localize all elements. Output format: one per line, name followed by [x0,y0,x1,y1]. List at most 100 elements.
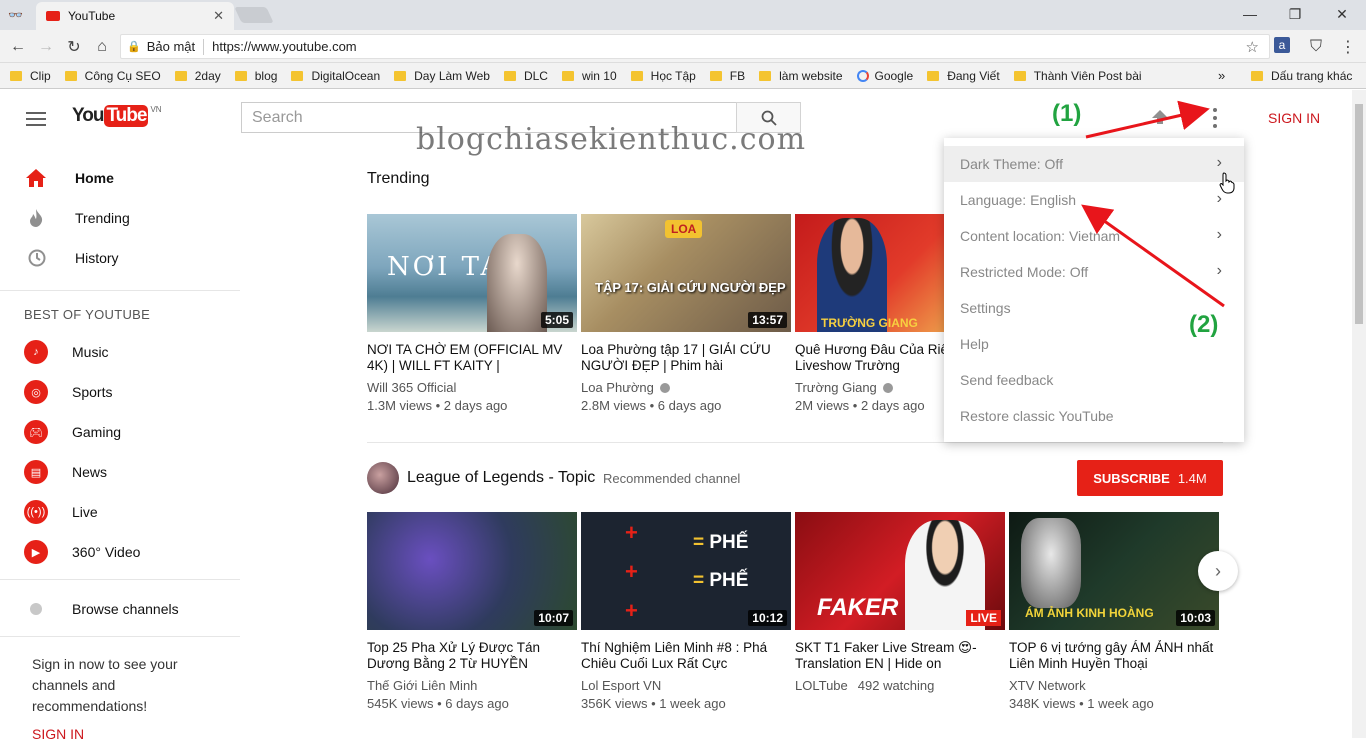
channel-name[interactable]: LOLTube 492 watching [795,678,1005,693]
menu-item-language[interactable]: Language: English › [944,182,1244,218]
sidebar-item-browse-channels[interactable]: Browse channels [0,589,240,629]
video-card[interactable]: TẬP 17: GIẢI CỨU NGƯỜI ĐẸP LOA 13:57 Loa… [581,214,791,413]
extension-icon[interactable]: a [1274,37,1290,53]
video-title[interactable]: Top 25 Pha Xử Lý Được Tán Dương Bằng 2 T… [367,640,577,672]
video-thumbnail[interactable]: 10:07 [367,512,577,630]
menu-item-content-location[interactable]: Content location: Vietnam › [944,218,1244,254]
youtube-logo[interactable]: You Tube VN [72,105,162,127]
bookmark-item[interactable]: Google [856,69,913,83]
annotation-two: (2) [1189,311,1219,338]
flame-icon [24,206,48,230]
sign-in-button[interactable]: SIGN IN [1268,110,1320,126]
shield-icon[interactable]: ⛉ [1306,37,1326,57]
video-card[interactable]: FAKER LIVE SKT T1 Faker Live Stream 😍- T… [795,512,1005,693]
restore-icon[interactable]: ❐ [1285,5,1305,23]
video-thumbnail[interactable]: FAKER LIVE [795,512,1005,630]
menu-item-label: Dark Theme: Off [960,156,1063,172]
other-bookmarks[interactable]: Dấu trang khác [1251,69,1352,83]
thumbnail-figures [487,234,547,332]
bookmark-item[interactable]: Thành Viên Post bài [1013,69,1142,83]
channel-name[interactable]: Loa Phường [581,380,791,395]
sidebar-item-live[interactable]: ((•)) Live [0,492,240,532]
more-vert-icon[interactable] [1212,108,1218,128]
sidebar-item-sports[interactable]: ◎ Sports [0,372,240,412]
page-scrollbar[interactable] [1352,90,1366,738]
browser-menu-icon[interactable]: ⋮ [1338,37,1358,57]
bookmark-item[interactable]: Đang Viết [927,69,1000,83]
bookmark-item[interactable]: Clip [10,69,51,83]
sidebar-label: History [75,250,119,266]
folder-icon [759,70,772,81]
reload-icon[interactable]: ↻ [64,37,84,57]
verified-icon [882,382,893,393]
video-card[interactable]: + + + = PHẾ = PHẾ 10:12 Thí Nghiệm Liên … [581,512,791,711]
video-title[interactable]: TOP 6 vị tướng gây ÁM ẢNH nhất Liên Minh… [1009,640,1219,672]
menu-item-dark-theme[interactable]: Dark Theme: Off › [944,146,1244,182]
tab-close-icon[interactable]: ✕ [213,8,224,24]
bookmarks-overflow[interactable]: » [1218,68,1225,83]
bookmark-item[interactable]: Day Làm Web [394,69,490,83]
video-card[interactable]: 10:07 Top 25 Pha Xử Lý Được Tán Dương Bằ… [367,512,577,711]
home-browser-icon[interactable]: ⌂ [92,37,112,57]
video-thumbnail[interactable]: TẬP 17: GIẢI CỨU NGƯỜI ĐẸP LOA 13:57 [581,214,791,332]
carousel-next-button[interactable]: › [1198,551,1238,591]
video-thumbnail[interactable]: NƠI TA 5:05 [367,214,577,332]
minimize-icon[interactable]: — [1240,5,1260,23]
menu-item-send-feedback[interactable]: Send feedback [944,362,1244,398]
bookmark-star-icon[interactable]: ☆ [1246,38,1259,56]
video-title[interactable]: NƠI TA CHỜ EM (OFFICIAL MV 4K) | WILL FT… [367,342,577,374]
thumbnail-text: PHẾ [709,570,749,591]
gaming-icon: 🎮︎ [24,420,48,444]
sidebar-sign-in-link[interactable]: SIGN IN [32,726,84,742]
address-bar[interactable]: 🔒 Bảo mật https://www.youtube.com ☆ [120,34,1270,59]
video-thumbnail[interactable]: ÁM ẢNH KINH HOÀNG 10:03 [1009,512,1219,630]
bookmark-item[interactable]: DLC [503,69,548,83]
bookmark-item[interactable]: Học Tập [630,69,696,83]
video-card[interactable]: ÁM ẢNH KINH HOÀNG 10:03 TOP 6 vị tướng g… [1009,512,1219,711]
sidebar-item-gaming[interactable]: 🎮︎ Gaming [0,412,240,452]
channel-name[interactable]: XTV Network [1009,678,1219,693]
bookmark-item[interactable]: FB [709,69,745,83]
forward-icon[interactable]: → [36,37,56,57]
video-title[interactable]: SKT T1 Faker Live Stream 😍- Translation … [795,640,1005,672]
video-title[interactable]: Thí Nghiệm Liên Minh #8 : Phá Chiêu Cuối… [581,640,791,672]
bookmark-item[interactable]: DigitalOcean [291,69,380,83]
trending-heading: Trending [367,170,430,187]
subscriber-count: 1.4M [1177,470,1207,486]
bookmark-item[interactable]: 2day [174,69,221,83]
home-icon [24,166,48,190]
menu-item-label: Settings [960,300,1011,316]
upload-icon[interactable] [1150,110,1170,126]
menu-item-restore-classic-youtube[interactable]: Restore classic YouTube [944,398,1244,434]
sidebar-item-trending[interactable]: Trending [0,198,240,238]
channel-name[interactable]: Lol Esport VN [581,678,791,693]
back-icon[interactable]: ← [8,37,28,57]
video-duration: 13:57 [748,312,787,328]
thumbnail-text: NƠI TA [387,252,503,282]
sidebar-item-360-video[interactable]: ▶ 360° Video [0,532,240,572]
channel-name[interactable]: Will 365 Official [367,380,577,395]
bookmark-item[interactable]: win 10 [561,69,617,83]
video-title[interactable]: Loa Phường tập 17 | GIẢI CỨU NGƯỜI ĐẸP |… [581,342,791,374]
thumbnail-text: FAKER [817,594,899,621]
sidebar-item-music[interactable]: ♪ Music [0,332,240,372]
video-thumbnail[interactable]: + + + = PHẾ = PHẾ 10:12 [581,512,791,630]
hamburger-menu-icon[interactable] [26,112,46,126]
new-tab-button[interactable] [234,7,274,23]
sidebar-item-history[interactable]: History [0,238,240,278]
channel-name[interactable]: Thế Giới Liên Minh [367,678,577,693]
subscribe-button[interactable]: SUBSCRIBE 1.4M [1077,460,1223,496]
close-window-icon[interactable]: ✕ [1332,5,1352,23]
sidebar-item-home[interactable]: Home [0,158,240,198]
bookmark-label: Day Làm Web [414,68,490,83]
bookmark-item[interactable]: blog [234,69,277,83]
channel-section-title[interactable]: League of Legends - Topic [407,469,595,487]
bookmark-item[interactable]: Công Cụ SEO [64,69,161,83]
video-card[interactable]: NƠI TA 5:05 NƠI TA CHỜ EM (OFFICIAL MV 4… [367,214,577,413]
browser-tab-youtube[interactable]: YouTube ✕ [36,2,234,30]
sidebar-item-news[interactable]: ▤ News [0,452,240,492]
bookmark-item[interactable]: làm website [759,69,843,83]
scrollbar-thumb[interactable] [1355,104,1363,324]
menu-item-restricted-mode[interactable]: Restricted Mode: Off › [944,254,1244,290]
channel-avatar[interactable] [367,462,399,494]
